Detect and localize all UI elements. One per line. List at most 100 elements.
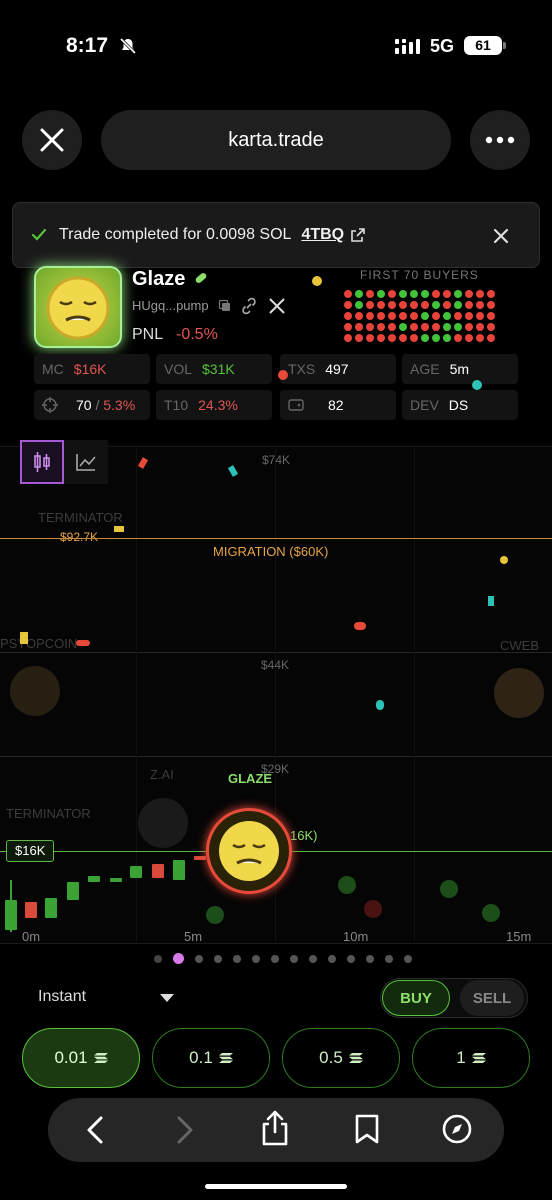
stat-vol-value: $31K bbox=[202, 361, 235, 377]
crosshair-icon bbox=[42, 397, 58, 413]
page-dot[interactable] bbox=[328, 954, 336, 963]
page-dot[interactable] bbox=[214, 954, 222, 963]
back-icon[interactable] bbox=[86, 1116, 104, 1144]
stat-age-label: AGE bbox=[410, 361, 440, 377]
buyer-dot bbox=[421, 312, 429, 320]
close-tab-button[interactable] bbox=[22, 110, 82, 170]
page-dot[interactable] bbox=[271, 954, 279, 963]
buyer-dot bbox=[355, 334, 363, 342]
confetti bbox=[20, 632, 28, 644]
buyer-dot bbox=[388, 312, 396, 320]
confetti bbox=[76, 640, 90, 646]
page-dot[interactable] bbox=[233, 954, 241, 963]
external-link-icon[interactable] bbox=[350, 227, 366, 243]
wallet-icon bbox=[288, 399, 304, 411]
time-label-1: 5m bbox=[184, 929, 203, 944]
sell-button[interactable]: SELL bbox=[460, 980, 524, 1016]
buyer-dot bbox=[344, 334, 352, 342]
candle bbox=[67, 882, 79, 900]
ghost-label-cweb: CWEB bbox=[500, 638, 539, 653]
candle bbox=[5, 900, 17, 930]
amount-button-0[interactable]: 0.01 bbox=[22, 1028, 140, 1088]
candle bbox=[194, 856, 206, 860]
cweb-avatar bbox=[494, 668, 544, 718]
amount-label-1: 0.1 bbox=[189, 1048, 213, 1067]
time-label-0: 0m bbox=[22, 929, 41, 944]
buyer-dot bbox=[476, 323, 484, 331]
glaze-token-marker[interactable] bbox=[206, 808, 292, 894]
page-dot[interactable] bbox=[154, 954, 162, 963]
migration-line bbox=[0, 538, 552, 539]
compass-icon[interactable] bbox=[442, 1114, 472, 1144]
buy-button[interactable]: BUY bbox=[382, 980, 450, 1016]
price-label-92k: $92.7K bbox=[60, 530, 99, 544]
chart-bottom-line bbox=[0, 943, 552, 944]
page-dot[interactable] bbox=[309, 954, 317, 963]
confetti bbox=[472, 380, 482, 390]
stat-mc-value: $16K bbox=[73, 361, 107, 377]
buyer-dot bbox=[443, 301, 451, 309]
bookmark-icon[interactable] bbox=[354, 1114, 380, 1144]
ghost-label-terminator-bottom: TERMINATOR bbox=[6, 806, 91, 821]
price-label-74k: $74K bbox=[262, 453, 291, 467]
x-social-icon[interactable] bbox=[268, 297, 286, 315]
migration-label: MIGRATION ($60K) bbox=[213, 544, 329, 559]
candle bbox=[110, 878, 122, 882]
buyer-dot bbox=[443, 334, 451, 342]
sol-icon bbox=[348, 1053, 363, 1063]
amount-button-2[interactable]: 0.5 bbox=[282, 1028, 400, 1088]
current-price-tag: $16K bbox=[6, 840, 55, 862]
stat-txs-label: TXS bbox=[288, 361, 316, 377]
stat-age: AGE 5m bbox=[402, 354, 518, 384]
line-chart-button[interactable] bbox=[64, 440, 108, 484]
amount-button-1[interactable]: 0.1 bbox=[152, 1028, 270, 1088]
share-icon[interactable] bbox=[260, 1110, 290, 1146]
page-dot[interactable] bbox=[173, 953, 184, 964]
tx-hash-link[interactable]: 4TBQ bbox=[301, 226, 344, 244]
buyer-dot bbox=[454, 301, 462, 309]
url-text: karta.trade bbox=[228, 128, 324, 151]
more-options-button[interactable] bbox=[470, 110, 530, 170]
buyer-dot bbox=[344, 323, 352, 331]
candlestick-chart-button[interactable] bbox=[20, 440, 64, 484]
buyer-dot bbox=[344, 312, 352, 320]
amount-label-0: 0.01 bbox=[54, 1048, 88, 1067]
grid-line bbox=[0, 756, 552, 757]
page-dot[interactable] bbox=[347, 954, 355, 963]
page-dot[interactable] bbox=[385, 954, 393, 963]
buyer-dot bbox=[399, 290, 407, 298]
page-dot[interactable] bbox=[366, 954, 374, 963]
buyer-dot bbox=[410, 301, 418, 309]
candle bbox=[25, 902, 37, 918]
link-icon[interactable] bbox=[240, 297, 258, 315]
buyer-dot bbox=[487, 301, 495, 309]
buyer-dot bbox=[366, 334, 374, 342]
buyer-dot bbox=[366, 323, 374, 331]
buyer-dot bbox=[355, 290, 363, 298]
sol-icon bbox=[93, 1053, 108, 1063]
time-label-2: 10m bbox=[343, 929, 369, 944]
buyer-dot bbox=[476, 290, 484, 298]
page-dot[interactable] bbox=[290, 954, 298, 963]
page-dot[interactable] bbox=[404, 954, 412, 963]
stat-age-value: 5m bbox=[449, 361, 470, 377]
amount-button-3[interactable]: 1 bbox=[412, 1028, 530, 1088]
chevron-down-icon[interactable] bbox=[160, 994, 174, 1002]
url-bar[interactable]: karta.trade bbox=[101, 110, 451, 170]
trade-toast: Trade completed for 0.0098 SOL 4TBQ bbox=[12, 202, 540, 268]
buyer-dot bbox=[377, 312, 385, 320]
tx-bubble bbox=[338, 876, 356, 894]
page-dot[interactable] bbox=[252, 954, 260, 963]
copy-icon[interactable] bbox=[218, 299, 232, 313]
buyer-dot bbox=[366, 301, 374, 309]
page-indicator[interactable] bbox=[154, 953, 412, 964]
grid-line bbox=[0, 652, 552, 653]
stat-wallet: 82 bbox=[280, 390, 396, 420]
toast-close-icon[interactable] bbox=[493, 228, 509, 244]
candlestick-icon bbox=[34, 452, 50, 472]
forward-icon[interactable] bbox=[176, 1116, 194, 1144]
stat-holders-value-a: 70 bbox=[76, 397, 92, 413]
candle bbox=[88, 876, 100, 882]
trade-mode-value[interactable]: Instant bbox=[38, 988, 86, 1006]
page-dot[interactable] bbox=[195, 954, 203, 963]
